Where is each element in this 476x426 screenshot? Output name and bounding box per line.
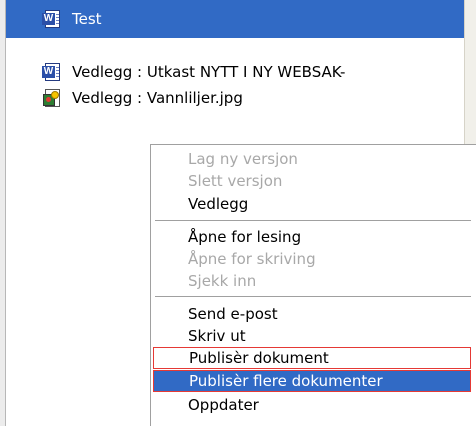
menu-item-skriv-ut[interactable]: Skriv ut — [153, 325, 471, 347]
menu-item-publiser-flere-dokumenter[interactable]: Publisèr flere dokumenter — [153, 370, 471, 392]
context-menu: Lag ny versjon Slett versjon Vedlegg Åpn… — [150, 144, 476, 426]
menu-item-label: Publisèr flere dokumenter — [189, 372, 383, 390]
tree-item-test[interactable]: W Test — [6, 0, 464, 38]
menu-item-label: Publisèr dokument — [189, 349, 329, 367]
menu-item-label: Vedlegg — [188, 195, 249, 213]
menu-item-label: Sjekk inn — [188, 272, 257, 290]
tree-item-label: Vedlegg : Utkast NYTT I NY WEBSAK- — [72, 63, 346, 81]
menu-item-apne-for-lesing[interactable]: Åpne for lesing — [153, 226, 471, 248]
menu-item-label: Åpne for skriving — [188, 250, 316, 268]
tree-item-label: Vedlegg : Vannliljer.jpg — [72, 89, 243, 107]
menu-item-label: Send e-post — [188, 305, 278, 323]
word-document-icon: W — [42, 63, 62, 81]
menu-item-apne-for-skriving[interactable]: Åpne for skriving — [153, 248, 471, 270]
menu-separator — [155, 220, 471, 222]
menu-item-label: Skriv ut — [188, 327, 246, 345]
menu-item-label: Oppdater — [188, 396, 259, 414]
menu-item-label: Lag ny versjon — [188, 150, 298, 168]
tree-item-attachment[interactable]: Vedlegg : Vannliljer.jpg — [6, 86, 243, 110]
menu-item-lag-ny-versjon[interactable]: Lag ny versjon — [153, 148, 471, 170]
menu-item-oppdater[interactable]: Oppdater — [153, 394, 471, 416]
menu-separator — [155, 296, 471, 298]
image-file-icon — [42, 89, 62, 107]
menu-item-slett-versjon[interactable]: Slett versjon — [153, 170, 471, 192]
menu-item-vedlegg[interactable]: Vedlegg — [153, 193, 471, 215]
menu-item-sjekk-inn[interactable]: Sjekk inn — [153, 270, 471, 292]
menu-item-send-e-post[interactable]: Send e-post — [153, 303, 471, 325]
tree-item-attachment[interactable]: W Vedlegg : Utkast NYTT I NY WEBSAK- — [6, 60, 345, 84]
menu-item-label: Åpne for lesing — [188, 228, 302, 246]
menu-item-label: Slett versjon — [188, 172, 283, 190]
word-document-icon: W — [42, 10, 62, 28]
tree-item-label: Test — [72, 10, 102, 28]
menu-item-publiser-dokument[interactable]: Publisèr dokument — [153, 347, 471, 369]
